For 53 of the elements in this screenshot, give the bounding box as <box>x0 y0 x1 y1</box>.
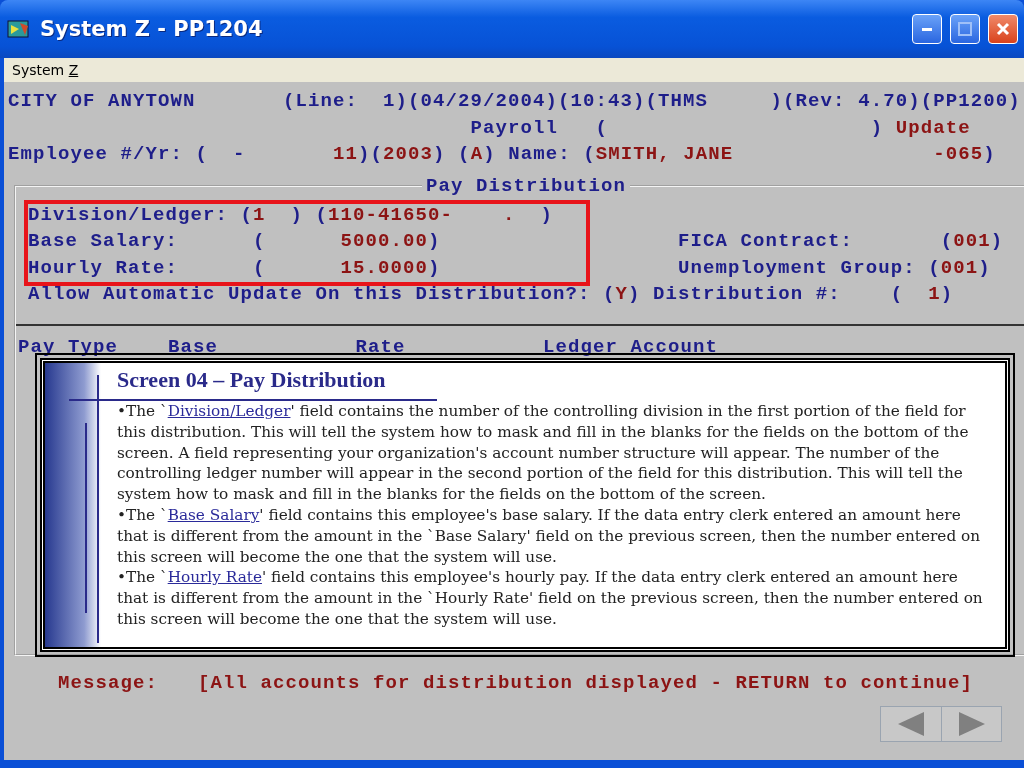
field-label: Division/Ledger: ( <box>28 202 254 228</box>
maximize-icon <box>957 21 973 37</box>
minimize-button[interactable] <box>912 14 942 44</box>
field-label: ) <box>940 282 954 307</box>
field-label: ) ( <box>433 142 471 167</box>
field-label: Allow Automatic Update On this Distribution?: ( <box>28 282 616 307</box>
field-link[interactable]: Division/Ledger <box>167 402 291 420</box>
explanation-paragraph: •The `Division/Ledger' field contains the number of the controlling division in the first portion of the field for this distribution. This will tell the system how to mask and fill in the blanks for the fields on the bottom of the screen. A field representing your organization's account number structure will appear. The number of the controlling ledger number will appear in the second portion of the field for this distribution. This will tell the system how to mask and fill in the blanks for the fields on the bottom of the screen. <box>117 401 970 505</box>
field-value: 1 <box>928 282 941 307</box>
field-label: Payroll ( ) <box>469 115 885 141</box>
close-icon <box>995 21 1011 37</box>
left-triangle-icon <box>896 711 926 737</box>
field-label: )( <box>358 142 384 167</box>
field-label: ) <box>983 142 996 167</box>
field-label: ) <box>978 255 991 281</box>
right-triangle-icon <box>956 711 987 737</box>
field-value: A <box>470 142 484 167</box>
field-label: ) <box>990 229 1004 254</box>
app-icon <box>6 17 32 41</box>
field-value: 001 <box>940 255 979 281</box>
field-value: 2003 <box>383 142 434 167</box>
field-label: CITY OF ANYTOWN (Line: 1)(04/29/2004)(10:43)(THMS )(Rev: 4.70)(PP1200) <box>8 89 1021 114</box>
field-value: 5000.00 <box>340 229 429 254</box>
field-value: 001 <box>953 229 991 254</box>
field-label: ) Name: ( <box>483 142 596 167</box>
field-value: SMITH, JANE -065 <box>595 142 984 167</box>
field-value: 110-41650- . <box>328 202 516 228</box>
menu-item[interactable]: System Z <box>12 62 79 78</box>
field-value: Y <box>615 282 629 307</box>
field-value: Update <box>895 115 971 141</box>
field-value: 1 <box>253 202 266 228</box>
field-label: Hourly Rate: ( <box>28 255 267 281</box>
window-title: System Z - PP1204 <box>40 17 264 41</box>
field-link[interactable]: Hourly Rate <box>167 568 262 587</box>
field-label: ) Unemployment Group: ( <box>428 255 941 281</box>
field-label: Employee #/Yr: ( - <box>8 142 247 167</box>
field-value: 11 <box>333 142 359 167</box>
field-label: ) FICA Contract: ( <box>428 229 954 254</box>
field-label: ) ( <box>289 202 329 228</box>
field-label: ) Distribution #: ( <box>628 282 905 307</box>
minimize-icon <box>922 27 932 31</box>
field-label: Base Salary: ( <box>28 229 267 254</box>
message-text: [All accounts for distribution displayed - RETURN to continue] <box>198 672 974 694</box>
field-value: 15.0000 <box>340 255 429 281</box>
field-label: ) <box>539 202 554 228</box>
explanation-paragraph: •The `Hourly Rate' field contains this employee's hourly pay. If the data entry clerk entered an amount here that is different from the amount in the `Hourly Rate' field on the previous screen, then the number entered on this screen will become the one that the system will use. <box>117 567 984 630</box>
maximize-button[interactable] <box>950 14 980 44</box>
previous-button[interactable] <box>881 707 941 741</box>
explanation-paragraph: •The `Base Salary' field contains this employee's base salary. If the data entry clerk entered an amount here that is different from the amount in the `Base Salary' field on the previous screen, then the number entered on this screen will become the one that the system will use. <box>117 505 982 568</box>
next-button[interactable] <box>941 707 1001 741</box>
message-label: Message: <box>58 672 159 694</box>
callout-title: Screen 04 – Pay Distribution <box>117 367 386 394</box>
close-button[interactable] <box>988 14 1018 44</box>
